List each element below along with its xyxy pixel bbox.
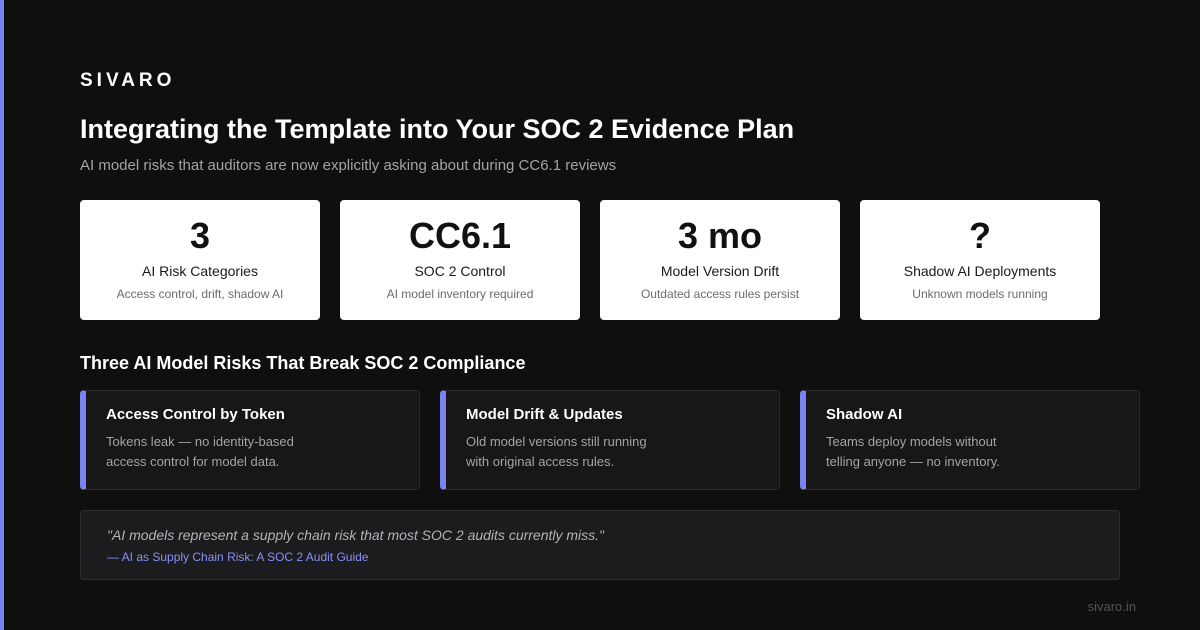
risk-description: Old model versions still running with or… — [466, 434, 647, 469]
left-accent-bar — [0, 0, 4, 630]
risk-card-shadow-ai: Shadow AI Teams deploy models without te… — [800, 390, 1140, 490]
page-title: Integrating the Template into Your SOC 2… — [80, 114, 795, 144]
stat-value: ? — [969, 215, 991, 256]
quote-source: — AI as Supply Chain Risk: A SOC 2 Audit… — [107, 550, 369, 564]
stat-value: 3 — [189, 215, 211, 256]
risk-description: Teams deploy models without telling anyo… — [826, 434, 1000, 469]
stat-card-soc2-control: CC6.1 SOC 2 Control AI model inventory r… — [340, 200, 580, 320]
stat-description: Access control, drift, shadow AI — [116, 287, 284, 302]
risk-card-access-control: Access Control by Token Tokens leak — no… — [80, 390, 420, 490]
stat-description: AI model inventory required — [386, 287, 534, 302]
risk-description: Tokens leak — no identity-based access c… — [106, 434, 294, 469]
section-title: Three AI Model Risks That Break SOC 2 Co… — [80, 353, 526, 373]
risk-card-model-drift: Model Drift & Updates Old model versions… — [440, 390, 780, 490]
stat-label: SOC 2 Control — [414, 263, 506, 280]
quote-box: "AI models represent a supply chain risk… — [80, 510, 1120, 580]
stat-card-model-drift: 3 mo Model Version Drift Outdated access… — [600, 200, 840, 320]
footer-url: sivaro.in — [1087, 599, 1136, 614]
stat-label: Model Version Drift — [660, 263, 780, 280]
stat-label: Shadow AI Deployments — [903, 263, 1057, 280]
stat-description: Outdated access rules persist — [640, 287, 800, 302]
brand-logo-text: SIVARO — [80, 70, 176, 91]
risk-title: Access Control by Token — [106, 406, 285, 423]
risk-cards-row: Access Control by Token Tokens leak — no… — [80, 390, 1140, 490]
stats-row: 3 AI Risk Categories Access control, dri… — [80, 200, 1100, 320]
quote-text: "AI models represent a supply chain risk… — [107, 527, 605, 543]
page-subtitle: AI model risks that auditors are now exp… — [80, 157, 617, 174]
stat-label: AI Risk Categories — [142, 263, 258, 280]
risk-title: Shadow AI — [826, 406, 903, 423]
stat-card-risk-categories: 3 AI Risk Categories Access control, dri… — [80, 200, 320, 320]
stat-value: CC6.1 — [408, 215, 512, 256]
stat-description: Unknown models running — [912, 287, 1048, 302]
risk-title: Model Drift & Updates — [466, 406, 623, 423]
stat-value: 3 mo — [677, 215, 763, 256]
stat-card-shadow-ai: ? Shadow AI Deployments Unknown models r… — [860, 200, 1100, 320]
